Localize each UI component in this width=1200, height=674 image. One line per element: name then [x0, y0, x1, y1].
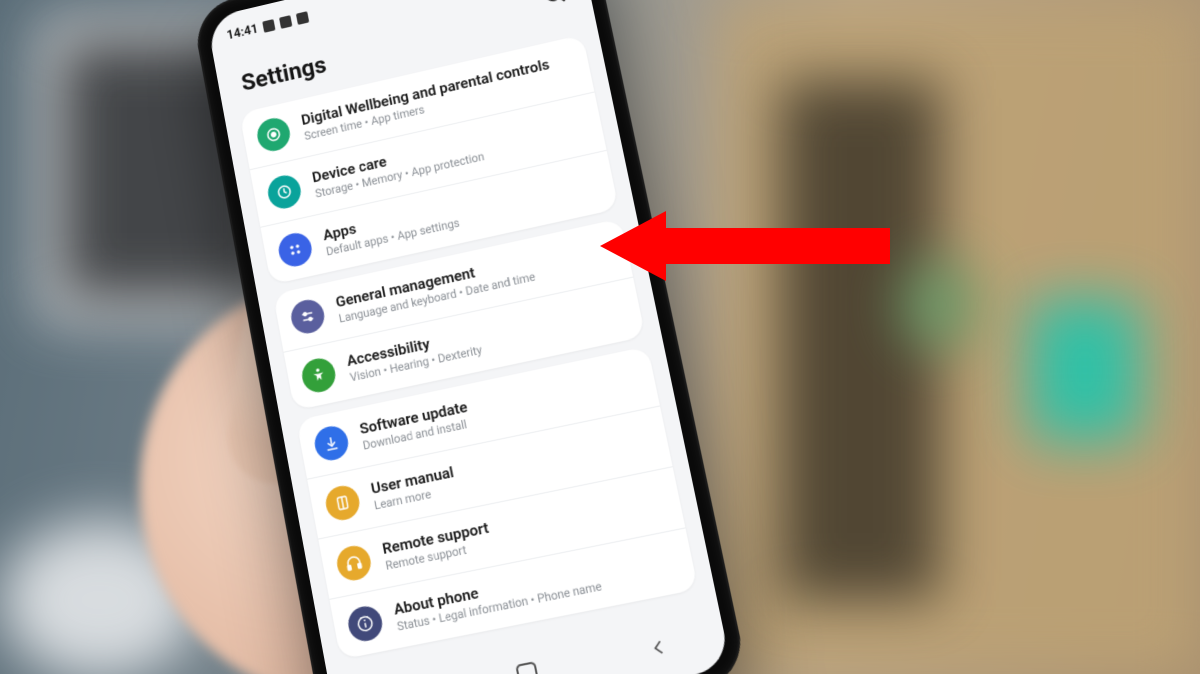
headset-icon: [334, 543, 373, 583]
bg-teal-box: [1030, 300, 1140, 440]
device-care-icon: [265, 172, 303, 211]
item-text: Remote supportRemote support: [381, 519, 493, 574]
nav-back[interactable]: [645, 634, 672, 661]
status-icon-2: [279, 15, 292, 29]
status-icon-3: [296, 11, 309, 25]
item-text: AccessibilityVision • Hearing • Dexterit…: [345, 324, 483, 385]
nav-home[interactable]: [514, 660, 540, 674]
phone-screen: 14:41 Settings Digital Wellbeing and par…: [206, 0, 731, 674]
wellbeing-icon: [255, 115, 293, 154]
sliders-icon: [288, 297, 327, 337]
phone: 14:41 Settings Digital Wellbeing and par…: [250, 0, 670, 674]
info-icon: [346, 603, 386, 644]
apps-icon: [276, 230, 314, 269]
scene-photo: 14:41 Settings Digital Wellbeing and par…: [0, 0, 1200, 674]
item-text: Software updateDownload and install: [358, 398, 472, 454]
status-time: 14:41: [226, 22, 260, 43]
bg-plant: [900, 260, 980, 350]
status-icon-1: [262, 19, 275, 33]
